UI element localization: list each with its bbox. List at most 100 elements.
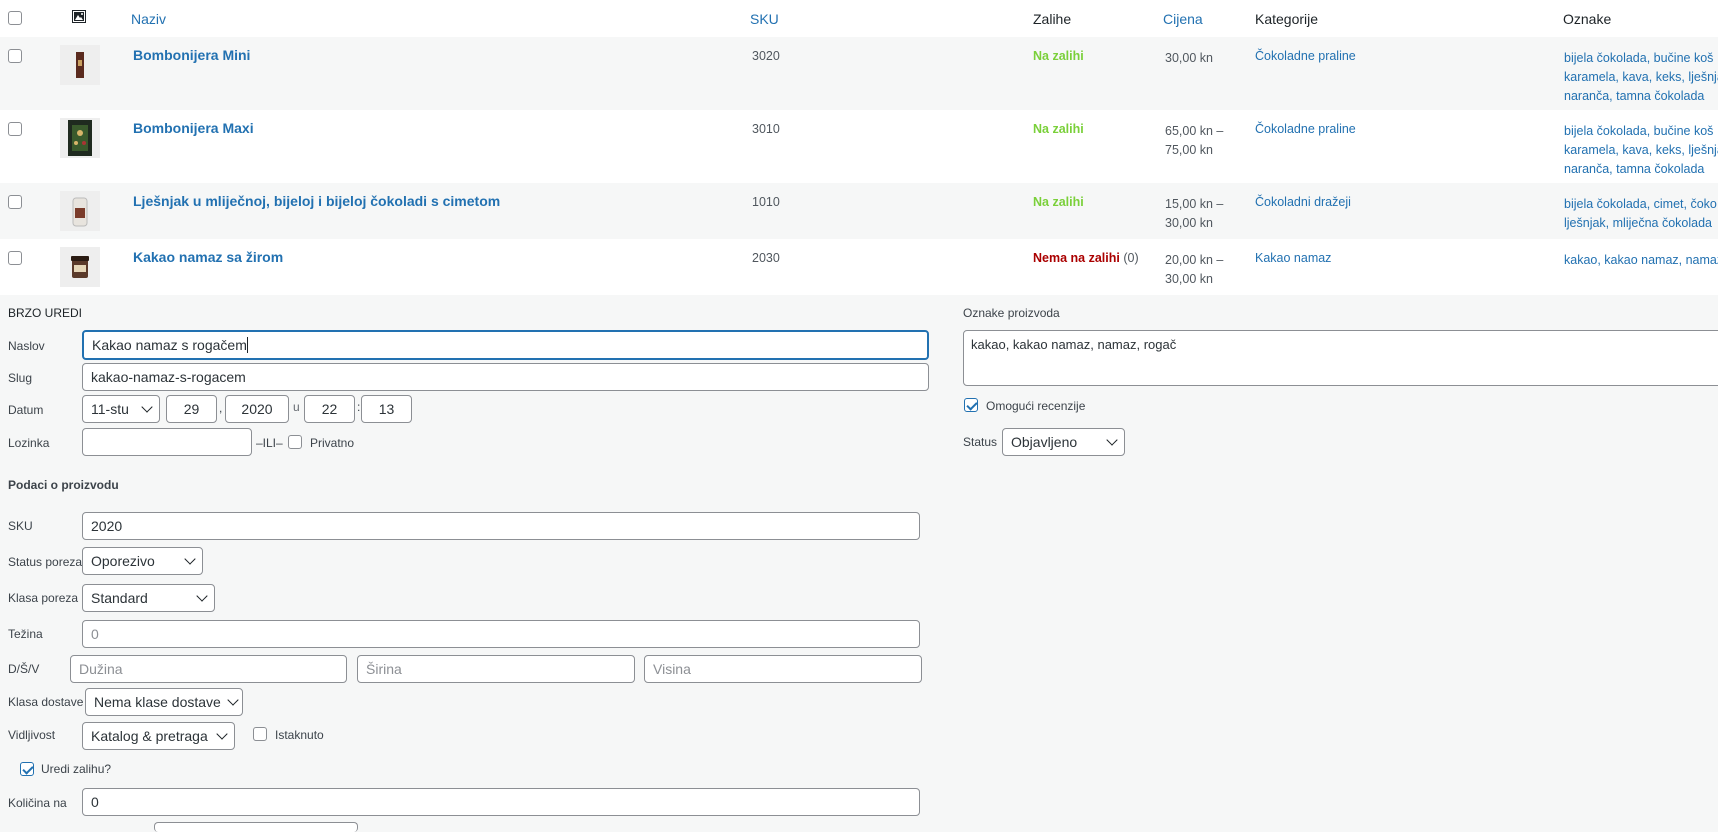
slug-input[interactable]: kakao-namaz-s-rogacem — [82, 363, 929, 391]
privatno-label: Privatno — [310, 436, 355, 450]
product-category-link[interactable]: Čokoladni dražeji — [1255, 195, 1351, 209]
table-header: Naziv SKU Zalihe Cijena Kategorije Oznak… — [0, 0, 1718, 38]
stock-status: Na zalihi — [1033, 49, 1084, 63]
product-thumbnail[interactable] — [60, 247, 100, 287]
product-thumbnail[interactable] — [60, 118, 100, 158]
privatno-checkbox[interactable] — [288, 435, 302, 449]
product-tags-label: Oznake proizvoda — [963, 306, 1060, 320]
sku-input[interactable]: 2020 — [82, 512, 920, 540]
lozinka-label: Lozinka — [8, 436, 50, 450]
visibility-select[interactable]: Katalog & pretraga — [82, 722, 235, 750]
row-checkbox[interactable] — [8, 49, 22, 63]
chevron-down-icon — [184, 553, 196, 565]
stock-status: Na zalihi — [1033, 195, 1084, 209]
datum-month-select[interactable]: 11-stu — [82, 395, 160, 423]
chevron-down-icon — [227, 694, 239, 706]
table-row: Lješnjak u mliječnoj, bijeloj i bijeloj … — [0, 183, 1718, 239]
datum-colon: : — [357, 400, 361, 414]
dimensions-label: D/Š/V — [8, 662, 40, 676]
shipping-class-label: Klasa dostave — [8, 695, 84, 709]
chevron-down-icon — [1106, 434, 1118, 446]
stock-qty-input[interactable]: 0 — [82, 788, 920, 816]
product-tags[interactable]: bijela čokolada, bučine koš karamela, kav… — [1564, 122, 1718, 179]
product-category-link[interactable]: Čokoladne praline — [1255, 49, 1356, 63]
sku-label: SKU — [8, 519, 33, 533]
product-tags[interactable]: bijela čokolada, cimet, čoko lješnjak, ml… — [1564, 195, 1717, 233]
product-price: 15,00 kn –30,00 kn — [1165, 197, 1224, 230]
column-oznake: Oznake — [1563, 11, 1612, 27]
manage-stock-label: Uredi zalihu? — [41, 762, 112, 776]
datum-at-label: u — [293, 400, 300, 414]
stock-status: Na zalihi — [1033, 122, 1084, 136]
datum-label: Datum — [8, 403, 44, 417]
product-name-link[interactable]: Kakao namaz sa žirom — [133, 249, 283, 265]
product-thumbnail[interactable] — [60, 45, 100, 85]
product-category-link[interactable]: Kakao namaz — [1255, 251, 1331, 265]
featured-checkbox[interactable] — [253, 727, 267, 741]
product-price: 65,00 kn –75,00 kn — [1165, 124, 1224, 157]
product-name-link[interactable]: Bombonijera Maxi — [133, 120, 254, 136]
chevron-down-icon — [196, 590, 208, 602]
chevron-down-icon — [216, 728, 228, 740]
stock-status: Nema na zalihi (0) — [1033, 251, 1139, 265]
weight-input[interactable]: 0 — [82, 620, 920, 648]
column-cijena[interactable]: Cijena — [1163, 11, 1203, 27]
column-kategorije: Kategorije — [1255, 11, 1319, 27]
product-sku: 3010 — [752, 122, 780, 136]
featured-label: Istaknuto — [275, 728, 324, 742]
table-row: Kakao namaz sa žirom 2030 Nema na zalihi… — [0, 239, 1718, 295]
image-column-icon — [72, 10, 86, 26]
row-checkbox[interactable] — [8, 122, 22, 136]
tax-status-label: Status poreza — [8, 555, 83, 569]
status-select[interactable]: Objavljeno — [1002, 428, 1125, 456]
enable-reviews-checkbox[interactable] — [964, 398, 978, 412]
datum-minute-input[interactable]: 13 — [361, 395, 412, 423]
height-input[interactable]: Visina — [644, 655, 922, 683]
lozinka-input[interactable] — [82, 428, 252, 456]
product-thumbnail[interactable] — [60, 191, 100, 231]
product-data-heading: Podaci o proizvodu — [8, 478, 119, 492]
manage-stock-checkbox[interactable] — [20, 762, 34, 776]
length-input[interactable]: Dužina — [70, 655, 347, 683]
product-sku: 2030 — [752, 251, 780, 265]
column-naziv[interactable]: Naziv — [131, 11, 166, 27]
datum-day-input[interactable]: 29 — [166, 395, 217, 423]
datum-year-input[interactable]: 2020 — [225, 395, 289, 423]
product-tags[interactable]: kakao, kakao namaz, namaz — [1564, 251, 1718, 270]
slug-label: Slug — [8, 371, 33, 385]
product-price: 20,00 kn –30,00 kn — [1165, 253, 1224, 286]
status-label: Status — [963, 435, 998, 449]
row-checkbox[interactable] — [8, 195, 22, 209]
chevron-down-icon — [141, 401, 153, 413]
table-row: Bombonijera Maxi 3010 Na zalihi 65,00 kn… — [0, 110, 1718, 183]
product-price: 30,00 kn — [1165, 51, 1213, 65]
weight-label: Težina — [8, 627, 43, 641]
product-category-link[interactable]: Čokoladne praline — [1255, 122, 1356, 136]
datum-comma: , — [219, 401, 223, 415]
stock-qty-label: Količina na — [8, 796, 67, 810]
table-row: Bombonijera Mini 3020 Na zalihi 30,00 kn… — [0, 37, 1718, 110]
enable-reviews-label: Omogući recenzije — [986, 399, 1086, 413]
quick-edit-heading: BRZO UREDI — [8, 306, 83, 320]
naslov-input[interactable]: Kakao namaz s rogačem — [82, 330, 929, 360]
column-sku[interactable]: SKU — [750, 11, 779, 27]
shipping-class-select[interactable]: Nema klase dostave — [85, 688, 243, 716]
product-tags[interactable]: bijela čokolada, bučine koš karamela, kav… — [1564, 49, 1718, 106]
naslov-label: Naslov — [8, 339, 45, 353]
visibility-label: Vidljivost — [8, 728, 56, 742]
product-tags-textarea[interactable]: kakao, kakao namaz, namaz, rogač — [963, 330, 1718, 386]
width-input[interactable]: Širina — [357, 655, 635, 683]
product-sku: 1010 — [752, 195, 780, 209]
product-sku: 3020 — [752, 49, 780, 63]
backorders-select[interactable] — [154, 822, 358, 832]
ili-separator: –ILI– — [256, 436, 283, 450]
tax-class-label: Klasa poreza — [8, 591, 79, 605]
tax-status-select[interactable]: Oporezivo — [82, 547, 203, 575]
datum-hour-input[interactable]: 22 — [304, 395, 355, 423]
select-all-checkbox[interactable] — [8, 11, 22, 25]
row-checkbox[interactable] — [8, 251, 22, 265]
product-name-link[interactable]: Lješnjak u mliječnoj, bijeloj i bijeloj … — [133, 193, 500, 209]
product-name-link[interactable]: Bombonijera Mini — [133, 47, 250, 63]
column-zalihe: Zalihe — [1033, 11, 1072, 27]
tax-class-select[interactable]: Standard — [82, 584, 215, 612]
